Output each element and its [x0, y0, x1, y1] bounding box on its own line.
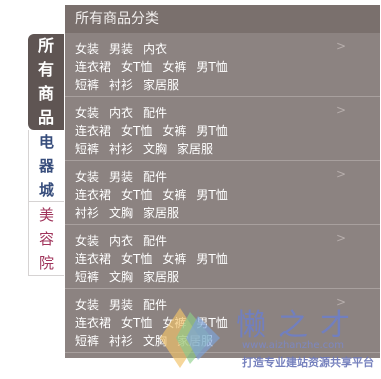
category-block[interactable]: 女装 男装 内衣 连衣裙 女T恤 女裤 男T恤 短裤 衬衫 家居服 >	[65, 33, 380, 97]
category-link[interactable]: 家居服	[143, 268, 179, 286]
category-link[interactable]: 女装	[75, 104, 99, 122]
category-link[interactable]: 女T恤	[121, 58, 152, 76]
tab-beauty[interactable]: 美 容 院	[28, 202, 64, 276]
category-link[interactable]: 衬衫	[109, 76, 133, 94]
category-line: 连衣裙 女T恤 女裤 男T恤	[75, 186, 370, 204]
category-link[interactable]: 家居服	[143, 76, 179, 94]
category-link[interactable]: 连衣裙	[75, 250, 111, 268]
category-link[interactable]: 配件	[143, 232, 167, 250]
category-link[interactable]: 连衣裙	[75, 122, 111, 140]
side-tabs: 所 有 商 品 电 器 城 美 容 院	[28, 34, 64, 276]
category-link[interactable]: 短裤	[75, 76, 99, 94]
category-line: 短裤 衬衫 文胸 家居服	[75, 140, 370, 158]
category-line: 女装 男装 配件	[75, 168, 370, 186]
category-link[interactable]: 文胸	[143, 140, 167, 158]
category-line: 连衣裙 女T恤 女裤 男T恤	[75, 122, 370, 140]
category-link[interactable]: 连衣裙	[75, 186, 111, 204]
category-line: 女装 男装 内衣	[75, 40, 370, 58]
category-link[interactable]: 女裤	[162, 122, 186, 140]
category-link[interactable]: 女T恤	[121, 314, 152, 332]
expand-arrow-icon[interactable]: >	[336, 39, 346, 53]
category-link[interactable]: 男T恤	[196, 250, 227, 268]
tab-all-products[interactable]: 所 有 商 品	[28, 34, 64, 130]
category-link[interactable]: 女装	[75, 232, 99, 250]
category-link[interactable]: 内衣	[109, 104, 133, 122]
category-line: 连衣裙 女T恤 女裤 男T恤	[75, 58, 370, 76]
category-link[interactable]: 连衣裙	[75, 314, 111, 332]
category-list: 女装 男装 内衣 连衣裙 女T恤 女裤 男T恤 短裤 衬衫 家居服 > 女装 内衣 配件 连衣裙 女T恤 女裤男…	[65, 33, 380, 353]
tab-char: 容	[38, 229, 54, 248]
category-line: 连衣裙 女T恤 女裤 男T恤	[75, 314, 370, 332]
tab-char: 美	[38, 205, 54, 224]
expand-arrow-icon[interactable]: >	[336, 167, 346, 181]
category-link[interactable]: 配件	[143, 296, 167, 314]
category-line: 短裤 文胸 家居服	[75, 268, 370, 286]
tab-char: 商	[37, 84, 54, 103]
tab-char: 电	[38, 132, 54, 151]
category-link[interactable]: 连衣裙	[75, 58, 111, 76]
category-line: 女装 内衣 配件	[75, 104, 370, 122]
tab-char: 所	[37, 36, 54, 55]
category-link[interactable]: 短裤	[75, 332, 99, 350]
tab-char: 城	[38, 180, 54, 199]
category-link[interactable]: 男装	[109, 40, 133, 58]
category-link[interactable]: 女装	[75, 296, 99, 314]
tab-char: 院	[38, 253, 54, 272]
category-line: 连衣裙 女T恤 女裤 男T恤	[75, 250, 370, 268]
category-link[interactable]: 女T恤	[121, 186, 152, 204]
tab-char: 器	[38, 156, 54, 175]
category-line: 衬衫 文胸 家居服	[75, 204, 370, 222]
category-link[interactable]: 男T恤	[196, 122, 227, 140]
category-link[interactable]: 内衣	[143, 40, 167, 58]
tab-electronics[interactable]: 电 器 城	[28, 130, 64, 202]
category-link[interactable]: 家居服	[177, 140, 213, 158]
expand-arrow-icon[interactable]: >	[336, 103, 346, 117]
category-link[interactable]: 家居服	[177, 332, 213, 350]
tab-char: 有	[37, 60, 54, 79]
category-link[interactable]: 女裤	[162, 186, 186, 204]
category-link[interactable]: 女裤	[162, 314, 186, 332]
category-link[interactable]: 男装	[109, 168, 133, 186]
category-link[interactable]: 女T恤	[121, 250, 152, 268]
category-block[interactable]: 女装 内衣 配件 连衣裙 女T恤 女裤 男T恤 短裤 文胸 家居服 >	[65, 225, 380, 289]
category-link[interactable]: 配件	[143, 104, 167, 122]
category-block[interactable]: 女装 内衣 配件 连衣裙 女T恤 女裤 男T恤 短裤 衬衫 文胸 家居服 >	[65, 97, 380, 161]
expand-arrow-icon[interactable]: >	[336, 231, 346, 245]
category-link[interactable]: 衬衫	[109, 332, 133, 350]
category-link[interactable]: 短裤	[75, 268, 99, 286]
category-link[interactable]: 女裤	[162, 58, 186, 76]
category-block[interactable]: 女装 男装 配件 连衣裙 女T恤 女裤 男T恤 衬衫 文胸 家居服 >	[65, 161, 380, 225]
category-line: 短裤 衬衫 家居服	[75, 76, 370, 94]
tab-char: 品	[37, 108, 54, 127]
category-line: 短裤 衬衫 文胸 家居服	[75, 332, 370, 350]
category-block[interactable]: 女装 男装 配件 连衣裙 女T恤 女裤 男T恤 短裤 衬衫 文胸 家居服 >	[65, 289, 380, 353]
category-link[interactable]: 内衣	[109, 232, 133, 250]
category-link[interactable]: 配件	[143, 168, 167, 186]
category-link[interactable]: 短裤	[75, 140, 99, 158]
category-link[interactable]: 文胸	[143, 332, 167, 350]
expand-arrow-icon[interactable]: >	[336, 295, 346, 309]
category-panel: 所有商品分类 女装 男装 内衣 连衣裙 女T恤 女裤 男T恤 短裤 衬衫 家居服 > 女装 内衣 配件 连衣…	[65, 5, 380, 358]
category-link[interactable]: 男装	[109, 296, 133, 314]
category-link[interactable]: 衬衫	[109, 140, 133, 158]
category-link[interactable]: 文胸	[109, 268, 133, 286]
category-link[interactable]: 衬衫	[75, 204, 99, 222]
panel-title: 所有商品分类	[65, 5, 380, 33]
category-link[interactable]: 男T恤	[196, 186, 227, 204]
category-link[interactable]: 女T恤	[121, 122, 152, 140]
category-line: 女装 男装 配件	[75, 296, 370, 314]
category-line: 女装 内衣 配件	[75, 232, 370, 250]
category-link[interactable]: 女装	[75, 168, 99, 186]
category-link[interactable]: 男T恤	[196, 314, 227, 332]
category-link[interactable]: 文胸	[109, 204, 133, 222]
category-link[interactable]: 家居服	[143, 204, 179, 222]
category-link[interactable]: 男T恤	[196, 58, 227, 76]
category-link[interactable]: 女装	[75, 40, 99, 58]
category-link[interactable]: 女裤	[162, 250, 186, 268]
